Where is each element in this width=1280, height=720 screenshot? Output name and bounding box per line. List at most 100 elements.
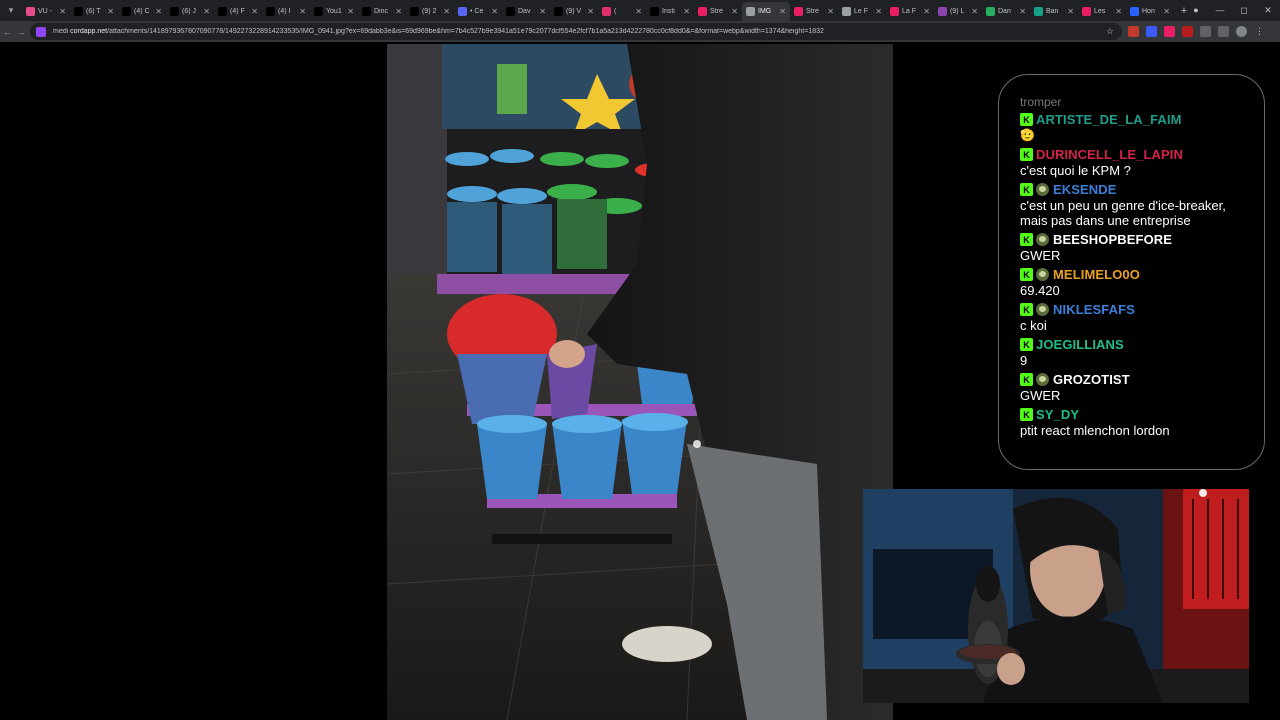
tab-close-icon[interactable]: ✕ xyxy=(155,7,162,16)
chat-message: K GROZOTIST GWER xyxy=(1020,371,1250,403)
maximize-icon[interactable]: ◻ xyxy=(1232,0,1256,21)
tab-close-icon[interactable]: ✕ xyxy=(203,7,210,16)
chat-message-text: GWER xyxy=(1020,248,1061,263)
browser-tab[interactable]: (4) C ✕ xyxy=(118,2,166,21)
sidebar-icon[interactable] xyxy=(1218,26,1229,37)
tab-close-icon[interactable]: ✕ xyxy=(731,7,738,16)
extension-icon[interactable] xyxy=(1164,26,1175,37)
browser-tab[interactable]: (6) J ✕ xyxy=(166,2,214,21)
tab-close-icon[interactable]: ✕ xyxy=(779,7,786,16)
address-bar[interactable]: medi cordapp.net/attachments/14189793678… xyxy=(30,23,1122,40)
tab-close-icon[interactable]: ✕ xyxy=(1067,7,1074,16)
browser-tab[interactable]: IMG ✕ xyxy=(742,2,790,21)
tab-title: Stre xyxy=(806,8,819,15)
tab-close-icon[interactable]: ✕ xyxy=(251,7,258,16)
chat-message: K DURINCELL_LE_LAPIN c'est quoi le KPM ? xyxy=(1020,146,1250,178)
tab-favicon-icon xyxy=(74,7,83,16)
back-icon[interactable]: ← xyxy=(0,27,14,37)
browser-tab[interactable]: (✕ xyxy=(598,2,646,21)
profile-avatar[interactable] xyxy=(1236,26,1247,37)
tab-close-icon[interactable]: ✕ xyxy=(1163,7,1170,16)
browser-tab[interactable]: Ban ✕ xyxy=(1030,2,1078,21)
chat-username[interactable]: EKSENDE xyxy=(1053,182,1117,197)
browser-toolbar: ← → medi cordapp.net/attachments/1418979… xyxy=(0,21,1280,42)
close-window-icon[interactable]: ✕ xyxy=(1256,0,1280,21)
tab-close-icon[interactable]: ✕ xyxy=(587,7,594,16)
tab-favicon-icon xyxy=(362,7,371,16)
browser-tab[interactable]: • Ce ✕ xyxy=(454,2,502,21)
tab-title: (9) L xyxy=(950,8,965,15)
minimize-icon[interactable]: — xyxy=(1208,0,1232,21)
kick-badge-icon: K xyxy=(1020,148,1033,161)
browser-tab[interactable]: (9) L ✕ xyxy=(934,2,982,21)
tab-search-icon[interactable]: ▾ xyxy=(0,0,22,21)
tab-close-icon[interactable]: ✕ xyxy=(923,7,930,16)
tab-favicon-icon xyxy=(890,7,899,16)
tab-close-icon[interactable]: ✕ xyxy=(827,7,834,16)
extensions-puzzle-icon[interactable] xyxy=(1200,26,1211,37)
tab-close-icon[interactable]: ✕ xyxy=(59,7,66,16)
chat-message-text: 69.420 xyxy=(1020,283,1060,298)
tab-title: • Ce xyxy=(470,8,484,15)
forward-icon[interactable]: → xyxy=(14,27,28,37)
tab-close-icon[interactable]: ✕ xyxy=(1115,7,1122,16)
record-icon[interactable]: ● xyxy=(1184,0,1208,21)
tab-close-icon[interactable]: ✕ xyxy=(395,7,402,16)
tab-close-icon[interactable]: ✕ xyxy=(683,7,690,16)
browser-tab[interactable]: Dinc ✕ xyxy=(358,2,406,21)
browser-tab[interactable]: You1 ✕ xyxy=(310,2,358,21)
extension-icon[interactable] xyxy=(1182,26,1193,37)
extension-icon[interactable] xyxy=(1146,26,1157,37)
browser-tab[interactable]: VU - ✕ xyxy=(22,2,70,21)
chat-username[interactable]: SY_DY xyxy=(1036,407,1079,422)
browser-tab[interactable]: Dan ✕ xyxy=(982,2,1030,21)
chat-message: K ARTISTE_DE_LA_FAIM 🫡 xyxy=(1020,111,1250,143)
browser-tab[interactable]: Hon ✕ xyxy=(1126,2,1174,21)
browser-tab[interactable]: Dav ✕ xyxy=(502,2,550,21)
browser-tab[interactable]: Le F ✕ xyxy=(838,2,886,21)
chat-message-header: K GROZOTIST xyxy=(1020,371,1250,388)
tab-close-icon[interactable]: ✕ xyxy=(635,7,642,16)
tab-close-icon[interactable]: ✕ xyxy=(347,7,354,16)
chat-username[interactable]: MELIMELO0O xyxy=(1053,267,1140,282)
tab-list: VU - ✕ (6) T ✕ (4) C ✕ (6) J ✕ (4) F ✕ (4) I ✕ You1 ✕… xyxy=(22,0,1174,21)
tab-close-icon[interactable]: ✕ xyxy=(971,7,978,16)
tab-favicon-icon xyxy=(794,7,803,16)
tab-close-icon[interactable]: ✕ xyxy=(107,7,114,16)
browser-tab[interactable]: (9) 2 ✕ xyxy=(406,2,454,21)
tab-close-icon[interactable]: ✕ xyxy=(539,7,546,16)
tab-title: Dav xyxy=(518,8,531,15)
browser-tab[interactable]: (4) F ✕ xyxy=(214,2,262,21)
bookmark-star-icon[interactable]: ☆ xyxy=(1106,26,1114,37)
chat-username[interactable]: ARTISTE_DE_LA_FAIM xyxy=(1036,112,1182,127)
chat-message: K NIKLESFAFS c koi xyxy=(1020,301,1250,333)
chat-username[interactable]: NIKLESFAFS xyxy=(1053,302,1135,317)
browser-tab[interactable]: Stre ✕ xyxy=(694,2,742,21)
tab-title: Ban xyxy=(1046,8,1059,15)
tab-close-icon[interactable]: ✕ xyxy=(491,7,498,16)
chat-username[interactable]: GROZOTIST xyxy=(1053,372,1130,387)
chat-username[interactable]: BEESHOPBEFORE xyxy=(1053,232,1172,247)
tab-favicon-icon xyxy=(842,7,851,16)
browser-tab[interactable]: (4) I ✕ xyxy=(262,2,310,21)
tab-favicon-icon xyxy=(26,7,35,16)
tab-title: (9) 2 xyxy=(422,8,437,15)
tab-close-icon[interactable]: ✕ xyxy=(1019,7,1026,16)
chat-message-header: K SY_DY xyxy=(1020,406,1250,423)
tab-close-icon[interactable]: ✕ xyxy=(299,7,306,16)
browser-tab[interactable]: Insti ✕ xyxy=(646,2,694,21)
browser-tab[interactable]: (9) V ✕ xyxy=(550,2,598,21)
adobe-extension-icon[interactable] xyxy=(1128,26,1139,37)
browser-tab[interactable]: (6) T ✕ xyxy=(70,2,118,21)
browser-tab[interactable]: Les ✕ xyxy=(1078,2,1126,21)
chat-username[interactable]: JOEGILLIANS xyxy=(1036,337,1124,352)
chat-username[interactable]: DURINCELL_LE_LAPIN xyxy=(1036,147,1183,162)
chat-message-text: c koi xyxy=(1020,318,1047,333)
browser-tab[interactable]: La F ✕ xyxy=(886,2,934,21)
tab-close-icon[interactable]: ✕ xyxy=(443,7,450,16)
browser-tab[interactable]: Stre ✕ xyxy=(790,2,838,21)
tab-favicon-icon xyxy=(170,7,179,16)
tab-close-icon[interactable]: ✕ xyxy=(875,7,882,16)
more-menu-icon[interactable]: ⋮ xyxy=(1254,26,1265,37)
tab-favicon-icon xyxy=(746,7,755,16)
